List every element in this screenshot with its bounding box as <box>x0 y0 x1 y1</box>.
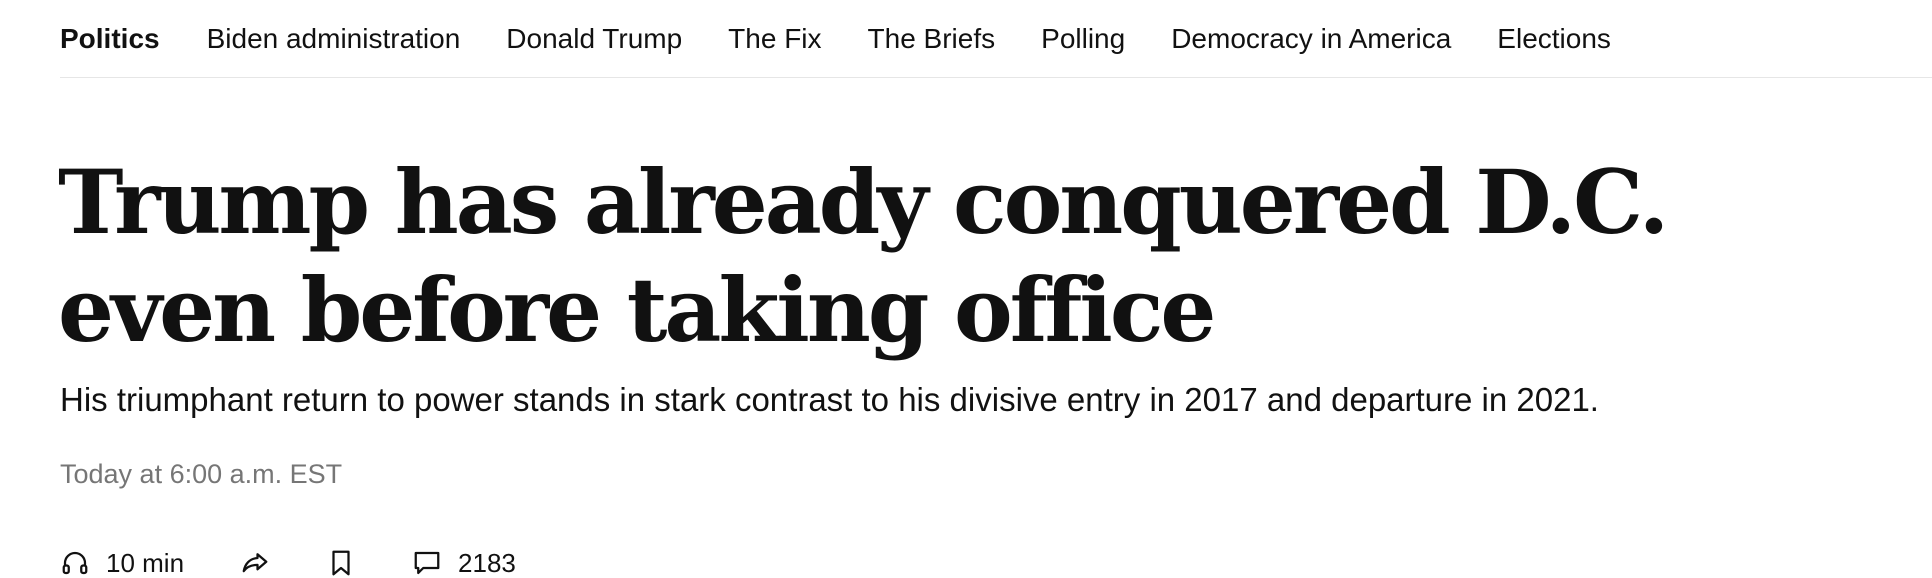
publish-timestamp: Today at 6:00 a.m. EST <box>60 459 343 489</box>
article-action-bar: 10 min 2183 <box>60 548 572 578</box>
nav-link-donald-trump[interactable]: Donald Trump <box>506 23 682 55</box>
listen-button[interactable]: 10 min <box>60 548 184 578</box>
listen-duration: 10 min <box>106 548 185 578</box>
nav-link-the-briefs[interactable]: The Briefs <box>868 23 996 55</box>
nav-link-the-fix[interactable]: The Fix <box>728 23 821 55</box>
comment-count: 2183 <box>458 548 516 578</box>
article-subheadline: His triumphant return to power stands in… <box>60 381 1599 418</box>
section-title-politics[interactable]: Politics <box>60 23 160 55</box>
share-arrow-icon <box>240 548 270 578</box>
article-headline: Trump has already conquered D.C. even be… <box>58 150 1669 362</box>
comment-bubble-icon <box>412 548 442 578</box>
nav-link-elections[interactable]: Elections <box>1497 23 1611 55</box>
section-subnav: Politics Biden administration Donald Tru… <box>60 0 1932 78</box>
share-button[interactable] <box>240 548 270 578</box>
bookmark-icon <box>326 548 356 578</box>
headphones-icon <box>60 548 90 578</box>
nav-link-biden-administration[interactable]: Biden administration <box>207 23 461 55</box>
nav-link-democracy-in-america[interactable]: Democracy in America <box>1171 23 1451 55</box>
save-bookmark-button[interactable] <box>326 548 356 578</box>
comments-button[interactable]: 2183 <box>412 548 516 578</box>
nav-link-polling[interactable]: Polling <box>1041 23 1125 55</box>
